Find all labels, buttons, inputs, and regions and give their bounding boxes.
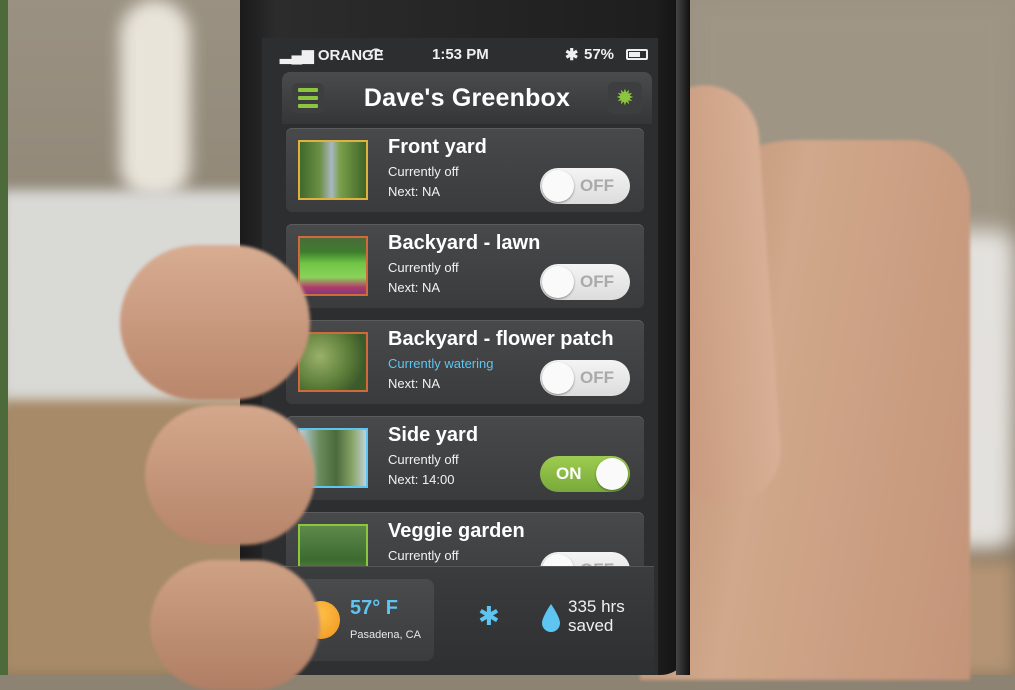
zone-name: Backyard - flower patch xyxy=(388,328,614,350)
zone-next-schedule: Next: NA xyxy=(388,184,441,199)
page-title: Dave's Greenbox xyxy=(363,84,571,112)
zone-thumbnail xyxy=(298,140,368,200)
battery-icon xyxy=(626,49,648,60)
zone-name: Front yard xyxy=(388,136,487,158)
zone-status: Currently off xyxy=(388,164,459,179)
zone-list[interactable]: Front yard Currently off Next: NA OFF Ba… xyxy=(286,128,646,568)
battery-percent: 57% xyxy=(584,46,615,63)
zone-status: Currently off xyxy=(388,260,459,275)
hand-finger xyxy=(145,405,315,545)
clock: 1:53 PM xyxy=(432,46,489,63)
wifi-icon: ◠ xyxy=(369,46,383,63)
zone-toggle[interactable]: ON xyxy=(540,456,630,492)
location: Pasadena, CA xyxy=(350,629,421,641)
zone-name: Veggie garden xyxy=(388,520,525,542)
settings-button[interactable]: ✹ xyxy=(608,82,642,114)
hand-finger xyxy=(150,560,320,690)
zone-name: Side yard xyxy=(388,424,479,446)
hand-finger xyxy=(120,245,310,400)
water-saved: 335 hrs saved xyxy=(568,597,625,635)
app-header: Dave's Greenbox ✹ xyxy=(282,72,652,124)
zone-card-veggie-garden[interactable]: Veggie garden Currently off OFF xyxy=(286,512,644,568)
bluetooth-status-icon: ✱ xyxy=(565,47,579,64)
zone-status: Currently off xyxy=(388,452,459,467)
zone-toggle[interactable]: OFF xyxy=(540,360,630,396)
zone-toggle[interactable]: OFF xyxy=(540,168,630,204)
zone-next-schedule: Next: NA xyxy=(388,376,441,391)
bluetooth-icon[interactable]: ✱ xyxy=(478,601,500,632)
zone-status: Currently off xyxy=(388,548,459,563)
app-screen: ▂▄▆ ORANGE ◠ 1:53 PM ✱ 57% Dave's Greenb… xyxy=(262,38,658,675)
zone-card-side-yard[interactable]: Side yard Currently off Next: 14:00 ON xyxy=(286,416,644,500)
zone-card-backyard-flower-patch[interactable]: Backyard - flower patch Currently wateri… xyxy=(286,320,644,404)
zone-card-front-yard[interactable]: Front yard Currently off Next: NA OFF xyxy=(286,128,644,212)
gear-icon: ✹ xyxy=(615,85,635,110)
temperature: 57° F xyxy=(350,597,399,619)
saved-value: 335 hrs xyxy=(568,597,625,616)
zone-toggle[interactable]: OFF xyxy=(540,264,630,300)
zone-thumbnail xyxy=(298,332,368,392)
zone-card-backyard-lawn[interactable]: Backyard - lawn Currently off Next: NA O… xyxy=(286,224,644,308)
water-drop-icon xyxy=(542,604,560,632)
status-bar: ▂▄▆ ORANGE ◠ 1:53 PM ✱ 57% xyxy=(262,38,658,72)
zone-status: Currently watering xyxy=(388,356,494,371)
zone-thumbnail xyxy=(298,524,368,568)
zone-next-schedule: Next: 14:00 xyxy=(388,472,455,487)
zone-name: Backyard - lawn xyxy=(388,232,541,254)
footer-bar: 57° F Pasadena, CA ✱ 335 hrs saved xyxy=(282,566,654,675)
zone-thumbnail xyxy=(298,236,368,296)
saved-label: saved xyxy=(568,616,614,635)
zone-next-schedule: Next: NA xyxy=(388,280,441,295)
